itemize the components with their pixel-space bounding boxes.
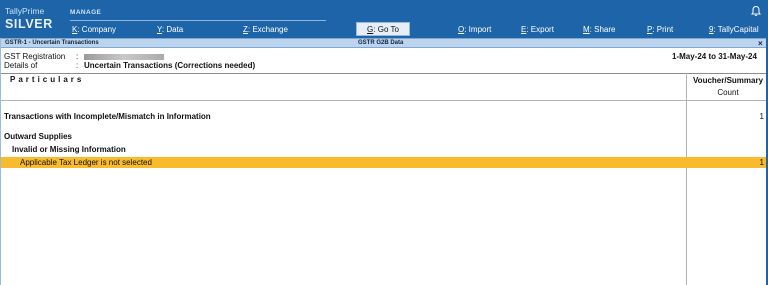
menu-tallycapital[interactable]: 9: TallyCapital	[709, 25, 759, 34]
row-count: 1	[759, 112, 764, 121]
menu-tallycapital-label: : TallyCapital	[713, 25, 759, 34]
menu-goto-label: : Go To	[373, 25, 399, 34]
manage-section-label: MANAGE	[70, 9, 102, 16]
column-divider	[686, 73, 687, 285]
table-row-selected[interactable]: Applicable Tax Ledger is not selected 1	[0, 157, 768, 168]
row-label: Outward Supplies	[4, 132, 73, 141]
menu-export-label: : Export	[526, 25, 554, 34]
close-icon[interactable]: ×	[758, 39, 763, 48]
menu-company[interactable]: K: Company	[72, 25, 116, 34]
table-row[interactable]: Outward Supplies	[0, 131, 768, 142]
menu-exchange-label: : Exchange	[247, 25, 288, 34]
row-label: Invalid or Missing Information	[12, 145, 126, 154]
menu-print[interactable]: P: Print	[647, 25, 673, 34]
bell-icon[interactable]	[750, 5, 762, 17]
count-column-subtitle: Count	[717, 88, 739, 97]
report-period[interactable]: 1-May-24 to 31-May-24	[672, 52, 757, 62]
count-column-header: Voucher/Summary Count	[688, 75, 768, 99]
masked-gstin	[84, 53, 164, 60]
table-row[interactable]: Invalid or Missing Information	[0, 144, 768, 155]
column-header-separator	[0, 100, 768, 101]
manage-divider	[70, 20, 326, 21]
menu-import-label: : Import	[464, 25, 492, 34]
table-row[interactable]: Transactions with Incomplete/Mismatch in…	[0, 111, 768, 122]
row-count: 1	[759, 158, 764, 167]
report-title: GSTR-1 - Uncertain Transactions	[5, 40, 99, 46]
menu-export[interactable]: E: Export	[521, 25, 554, 34]
menu-share-key: M	[583, 25, 590, 34]
top-menu-bar: TallyPrime SILVER MANAGE K: Company Y: D…	[0, 0, 768, 38]
menu-data-label: : Data	[161, 25, 184, 34]
window-left-border	[0, 38, 1, 285]
menu-import[interactable]: O: Import	[458, 25, 491, 34]
brand-edition: SILVER	[5, 16, 53, 31]
details-of-value: Uncertain Transactions (Corrections need…	[84, 61, 256, 70]
row-label: Applicable Tax Ledger is not selected	[20, 158, 152, 167]
menu-data[interactable]: Y: Data	[157, 25, 183, 34]
header-separator	[0, 73, 768, 74]
particulars-column-header: Particulars	[10, 75, 85, 84]
menu-goto[interactable]: G: Go To	[356, 22, 410, 36]
menu-share-label: : Share	[589, 25, 616, 34]
menu-print-label: : Print	[652, 25, 674, 34]
row-label: Transactions with Incomplete/Mismatch in…	[4, 112, 211, 121]
details-of-label: Details of	[4, 61, 38, 70]
brand-name: TallyPrime	[5, 6, 45, 16]
report-source-label: GSTR G2B Data	[358, 40, 404, 46]
menu-share[interactable]: M: Share	[583, 25, 615, 34]
menu-company-label: : Company	[77, 25, 117, 34]
product-logo: TallyPrime SILVER	[5, 7, 53, 30]
details-of-colon: :	[76, 61, 79, 70]
count-column-title: Voucher/Summary	[692, 76, 764, 85]
report-title-bar: GSTR-1 - Uncertain Transactions GSTR G2B…	[0, 38, 768, 48]
menu-exchange[interactable]: Z: Exchange	[243, 25, 288, 34]
